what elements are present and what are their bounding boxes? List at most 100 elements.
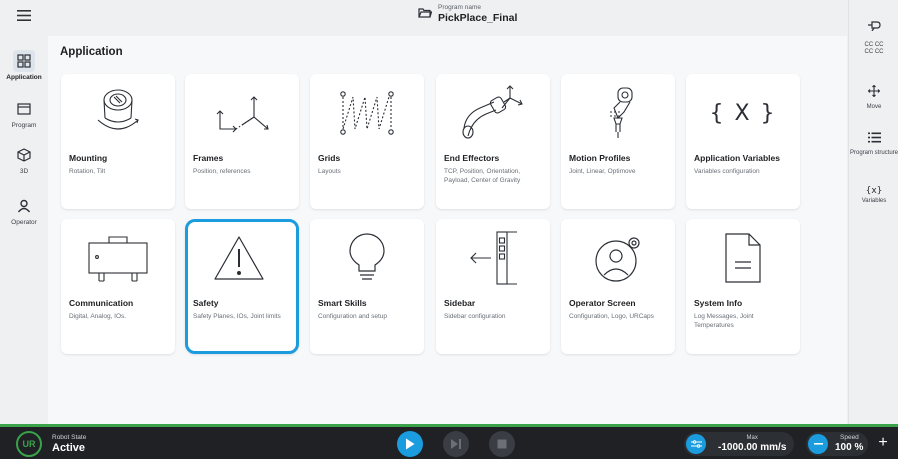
card-application-variables[interactable]: { X } Application Variables Variables co… — [686, 74, 800, 209]
program-name: PickPlace_Final — [438, 12, 518, 24]
logo-text: UR — [22, 439, 36, 449]
stop-button[interactable] — [489, 431, 515, 457]
application-panel: Application Mounting Rotation, Tilt Fram… — [48, 36, 847, 424]
card-subtitle: Configuration, Logo, URCaps — [569, 313, 654, 320]
right-item-variables[interactable]: {x} Variables — [849, 186, 898, 205]
card-subtitle: Safety Planes, IOs, Joint limits — [193, 313, 281, 320]
plug-icon — [867, 18, 881, 36]
max-caption: Max — [746, 434, 758, 441]
card-subtitle: Configuration and setup — [318, 313, 388, 320]
stop-icon — [497, 439, 507, 449]
nav-label: Application — [6, 74, 42, 81]
end-effector-icon — [436, 82, 550, 144]
speed-caption: Speed — [840, 434, 859, 441]
lightbulb-icon — [310, 227, 424, 289]
page-title: Application — [60, 46, 123, 58]
card-grids[interactable]: Grids Layouts — [310, 74, 424, 209]
card-end-effectors[interactable]: End Effectors TCP, Position, Orientation… — [436, 74, 550, 209]
step-icon — [451, 439, 461, 449]
step-button[interactable] — [443, 431, 469, 457]
card-title: Communication — [69, 298, 134, 308]
nav-item-program[interactable]: Program — [0, 98, 48, 129]
card-communication[interactable]: Communication Digital, Analog, IOs. — [61, 219, 175, 354]
card-subtitle: Sidebar configuration — [444, 313, 506, 320]
right-item-label: Program structure — [850, 150, 898, 156]
robot-state-value: Active — [52, 442, 86, 454]
nav-label: Operator — [11, 219, 37, 226]
card-mounting[interactable]: Mounting Rotation, Tilt — [61, 74, 175, 209]
right-item-label: Move — [866, 104, 882, 110]
right-item-label: Variables — [861, 198, 887, 204]
nav-item-3d[interactable]: 3D — [0, 144, 48, 175]
motion-profile-icon — [561, 82, 675, 144]
card-title: System Info — [694, 298, 743, 308]
bottom-bar: UR Robot State Active Max -1000.00 mm/s … — [0, 424, 898, 459]
mounting-icon — [61, 82, 175, 144]
card-subtitle: Joint, Linear, Optimove — [569, 168, 636, 175]
nav-item-operator[interactable]: Operator — [0, 195, 48, 226]
right-item-move[interactable]: Move — [849, 84, 898, 111]
robot-state-caption: Robot State — [52, 434, 87, 441]
left-nav: Application Program 3D Operator — [0, 0, 48, 424]
person-icon — [13, 195, 35, 217]
max-value: -1000.00 mm/s — [718, 441, 787, 453]
speed-limit-icon — [686, 434, 706, 454]
play-button[interactable] — [397, 431, 423, 457]
card-subtitle: Position, references — [193, 168, 251, 175]
plus-icon[interactable]: + — [874, 433, 892, 453]
card-smart-skills[interactable]: Smart Skills Configuration and setup — [310, 219, 424, 354]
card-title: Smart Skills — [318, 298, 367, 308]
top-bar: Program name PickPlace_Final — [48, 0, 848, 36]
card-title: Sidebar — [444, 298, 476, 308]
card-subtitle: TCP, Position, Orientation, Payload, Cen… — [444, 168, 521, 184]
nav-label: 3D — [19, 168, 29, 175]
variables-icon: { X } — [686, 82, 800, 144]
operator-screen-icon — [561, 227, 675, 289]
speed-value: 100 % — [835, 442, 864, 453]
minus-icon[interactable] — [808, 434, 828, 454]
card-subtitle: Layouts — [318, 168, 341, 175]
play-icon — [406, 438, 415, 450]
ccc-line: CC CC — [864, 42, 884, 48]
card-title: Safety — [193, 298, 219, 308]
sidebar-icon — [436, 227, 550, 289]
card-motion-profiles[interactable]: Motion Profiles Joint, Linear, Optimove — [561, 74, 675, 209]
move-icon — [867, 84, 881, 102]
right-nav: CC CC CC CC Move Program structure {x} V… — [848, 0, 898, 424]
nav-label: Program — [11, 122, 37, 129]
card-operator-screen[interactable]: Operator Screen Configuration, Logo, URC… — [561, 219, 675, 354]
card-title: Mounting — [69, 153, 108, 163]
menu-icon[interactable] — [12, 6, 36, 24]
card-sidebar[interactable]: Sidebar Sidebar configuration — [436, 219, 550, 354]
card-subtitle: Rotation, Tilt — [69, 168, 106, 175]
card-title: Application Variables — [694, 153, 780, 163]
window-icon — [13, 98, 35, 120]
ccc-indicator: CC CC CC CC — [849, 42, 898, 56]
list-icon — [867, 130, 881, 148]
folder-icon — [418, 5, 433, 23]
warning-icon — [185, 227, 293, 289]
card-title: Grids — [318, 153, 341, 163]
card-system-info[interactable]: System Info Log Messages, Joint Temperat… — [686, 219, 800, 354]
ur-logo-icon[interactable]: UR — [16, 431, 42, 457]
grids-icon — [310, 82, 424, 144]
right-item-program-structure[interactable]: Program structure — [849, 130, 898, 157]
max-speed-control[interactable]: Max -1000.00 mm/s — [684, 432, 794, 456]
frames-icon — [185, 82, 299, 144]
grid-icon — [13, 50, 35, 72]
card-subtitle: Variables configuration — [694, 168, 760, 175]
program-name-caption: Program name — [438, 4, 481, 11]
variables-small-icon: {x} — [865, 186, 883, 196]
card-title: Motion Profiles — [569, 153, 631, 163]
program-name-selector[interactable]: Program name PickPlace_Final — [418, 4, 517, 24]
card-safety[interactable]: Safety Safety Planes, IOs, Joint limits — [185, 219, 299, 354]
connection-status-button[interactable] — [849, 18, 898, 36]
card-frames[interactable]: Frames Position, references — [185, 74, 299, 209]
cube-icon — [13, 144, 35, 166]
card-title: End Effectors — [444, 153, 500, 163]
card-title: Operator Screen — [569, 298, 636, 308]
nav-item-application[interactable]: Application — [0, 50, 48, 81]
variables-glyph: { X } — [709, 100, 777, 126]
ccc-line: CC CC — [864, 49, 884, 55]
card-subtitle: Log Messages, Joint Temperatures — [694, 313, 754, 329]
